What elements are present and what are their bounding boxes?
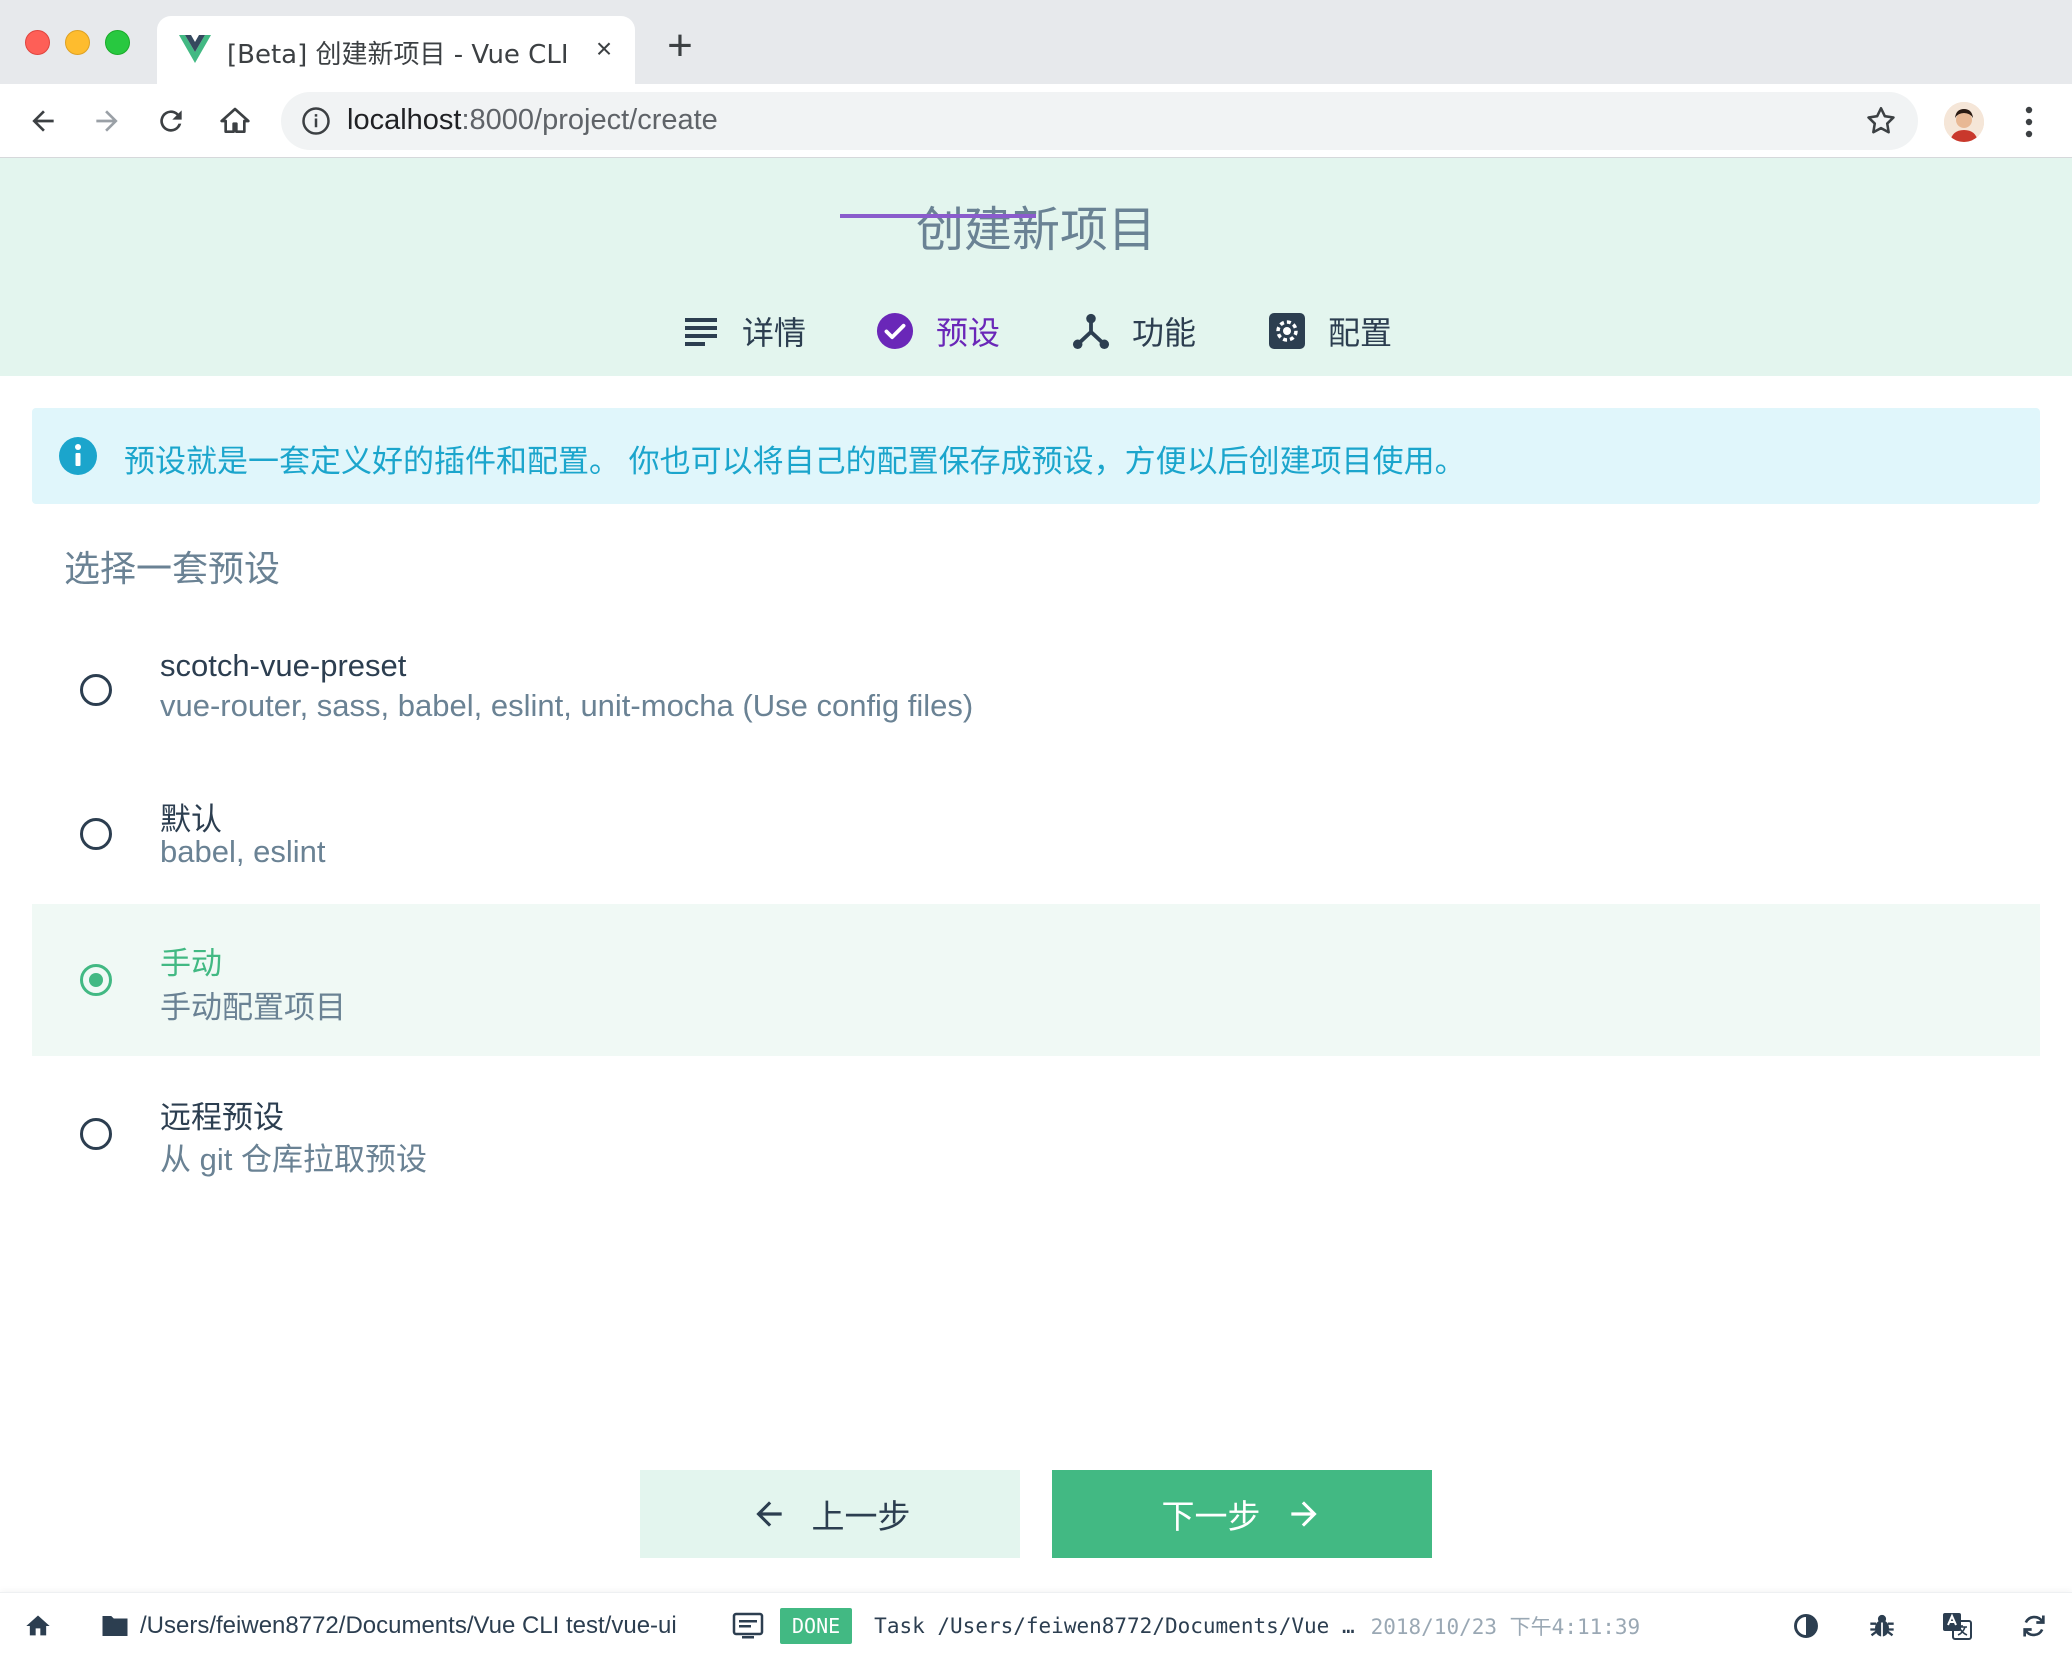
previous-button-label: 上一步 — [811, 1498, 911, 1535]
preset-name: 远程预设 — [160, 1100, 284, 1135]
preset-option-remote[interactable]: 远程预设 从 git 仓库拉取预设 — [32, 1088, 2040, 1188]
tab-features-label: 功能 — [1132, 315, 1197, 351]
home-icon — [26, 1615, 50, 1636]
console-icon — [732, 1612, 764, 1639]
browser-tab[interactable]: [Beta] 创建新项目 - Vue CLI × — [157, 16, 635, 84]
dark-mode-toggle[interactable] — [1792, 1593, 1820, 1658]
browser-toolbar: localhost:8000/project/create — [0, 84, 2072, 158]
folder-icon — [102, 1616, 128, 1636]
fork-icon — [1072, 312, 1110, 350]
page-title: 创建新项目 — [915, 204, 1156, 257]
preset-description: vue-router, sass, babel, eslint, unit-mo… — [160, 688, 974, 723]
translate-button[interactable] — [1942, 1593, 1972, 1658]
info-text: 预设就是一套定义好的插件和配置。 你也可以将自己的配置保存成预设，方便以后创建项… — [124, 444, 1466, 479]
translate-icon — [1943, 1613, 1972, 1640]
url-path: :8000/project/create — [461, 104, 718, 136]
list-icon — [682, 312, 720, 350]
vue-logo-icon — [179, 35, 211, 63]
back-button[interactable] — [20, 98, 66, 144]
preset-name: 手动 — [160, 946, 222, 981]
address-bar[interactable]: localhost:8000/project/create — [281, 92, 1918, 150]
radio-button[interactable] — [80, 1118, 112, 1150]
radio-button[interactable] — [80, 818, 112, 850]
preset-name: scotch-vue-preset — [160, 648, 407, 683]
preset-description: 从 git 仓库拉取预设 — [160, 1142, 427, 1177]
bookmark-star-icon[interactable] — [1864, 104, 1898, 138]
tab-presets-label: 预设 — [936, 315, 1001, 351]
section-title: 选择一套预设 — [64, 548, 281, 589]
gear-icon — [1268, 312, 1306, 350]
preset-description: 手动配置项目 — [160, 990, 346, 1025]
window-minimize-button[interactable] — [65, 30, 90, 55]
preset-description: babel, eslint — [160, 834, 326, 869]
status-project-path[interactable]: /Users/feiwen8772/Documents/Vue CLI test… — [100, 1593, 677, 1658]
task-log-text: Task /Users/feiwen8772/Documents/Vue … — [874, 1614, 1355, 1638]
radio-button-selected[interactable] — [80, 964, 112, 996]
url-host: localhost — [347, 104, 462, 136]
arrow-right-icon — [1290, 1501, 1317, 1527]
preset-name: 默认 — [160, 802, 222, 837]
refresh-button[interactable] — [2020, 1593, 2048, 1658]
next-button[interactable]: 下一步 — [1052, 1470, 1432, 1558]
tab-title: [Beta] 创建新项目 - Vue CLI — [227, 40, 569, 70]
check-circle-icon — [876, 312, 914, 350]
previous-button[interactable]: 上一步 — [640, 1470, 1020, 1558]
tab-close-icon[interactable]: × — [589, 34, 619, 64]
site-info-icon[interactable] — [301, 106, 331, 136]
preset-option-manual[interactable]: 手动 手动配置项目 — [32, 904, 2040, 1056]
arrow-left-icon — [755, 1501, 782, 1527]
report-bug-button[interactable] — [1868, 1593, 1896, 1658]
status-home-button[interactable] — [24, 1593, 52, 1658]
preset-option-scotch[interactable]: scotch-vue-preset vue-router, sass, babe… — [32, 640, 2040, 740]
step-tabs: 详情 预设 功能 配置 — [0, 298, 2072, 376]
avatar-image-icon — [1944, 102, 1984, 142]
tab-config[interactable]: 配置 — [1238, 298, 1422, 376]
radio-button[interactable] — [80, 674, 112, 706]
status-console[interactable]: DONE Task /Users/feiwen8772/Documents/Vu… — [732, 1593, 1640, 1658]
browser-tab-bar: [Beta] 创建新项目 - Vue CLI × + — [0, 0, 2072, 84]
info-banner: 预设就是一套定义好的插件和配置。 你也可以将自己的配置保存成预设，方便以后创建项… — [32, 408, 2040, 504]
next-button-label: 下一步 — [1161, 1498, 1261, 1535]
tab-config-label: 配置 — [1328, 315, 1393, 351]
tab-presets[interactable]: 预设 — [846, 298, 1030, 376]
project-path-text: /Users/feiwen8772/Documents/Vue CLI test… — [140, 1612, 677, 1639]
window-close-button[interactable] — [25, 30, 50, 55]
refresh-icon — [2023, 1615, 2045, 1637]
active-step-indicator — [840, 214, 1036, 218]
forward-button[interactable] — [84, 98, 130, 144]
status-done-badge: DONE — [780, 1608, 853, 1644]
tab-details[interactable]: 详情 — [652, 298, 836, 376]
home-outline-icon — [220, 107, 250, 133]
tab-details-label: 详情 — [742, 315, 807, 351]
bug-icon — [1870, 1614, 1894, 1637]
tab-features[interactable]: 功能 — [1042, 298, 1226, 376]
preset-option-default[interactable]: 默认 babel, eslint — [32, 786, 2040, 886]
reload-button[interactable] — [148, 98, 194, 144]
profile-avatar[interactable] — [1944, 102, 1984, 142]
window-zoom-button[interactable] — [105, 30, 130, 55]
browser-menu-icon[interactable] — [2014, 102, 2044, 142]
status-bar: /Users/feiwen8772/Documents/Vue CLI test… — [0, 1592, 2072, 1658]
app-header: 创建新项目 详情 预设 功能 配置 — [0, 158, 2072, 376]
reload-icon — [160, 110, 182, 132]
info-icon — [59, 437, 97, 475]
url-text[interactable]: localhost:8000/project/create — [347, 104, 718, 137]
status-timestamp: 2018/10/23 下午4:11:39 — [1370, 1615, 1641, 1639]
home-button[interactable] — [212, 98, 258, 144]
contrast-icon — [1794, 1614, 1818, 1638]
new-tab-button[interactable]: + — [660, 24, 700, 68]
arrow-left-icon — [32, 110, 54, 132]
arrow-right-icon — [96, 110, 118, 132]
